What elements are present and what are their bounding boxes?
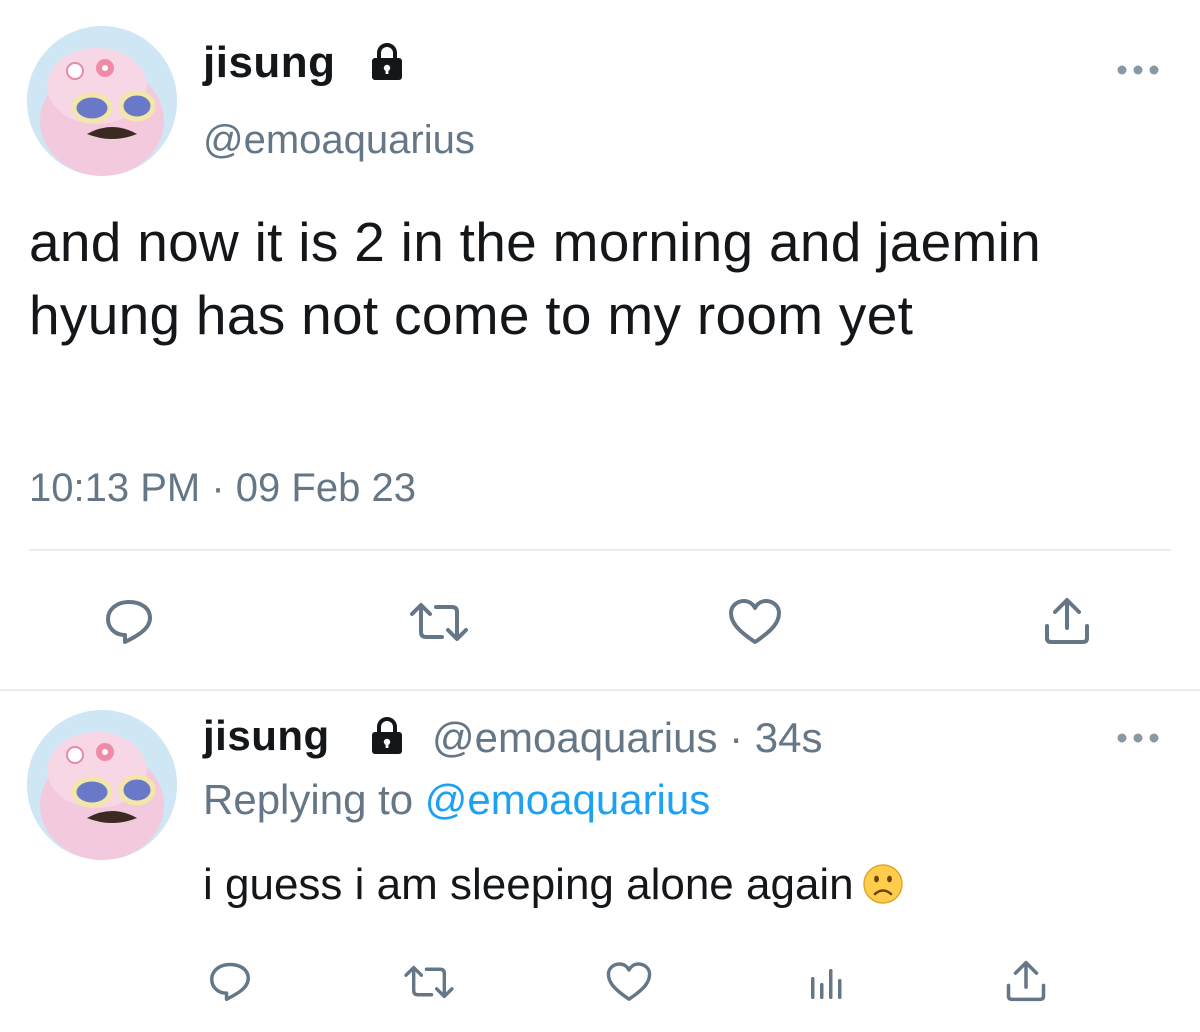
action-bar [0,590,1200,650]
heart-icon[interactable] [727,598,783,646]
reply-header: jisung [203,712,330,760]
heart-icon[interactable] [605,961,653,1003]
tweet-text: and now it is 2 in the morning and jaemi… [29,211,1042,346]
meta-separator: · [729,714,744,761]
avatar-image [27,710,177,860]
tweet-date: 09 Feb 23 [235,466,416,510]
tweet-timestamp[interactable]: 10:13 PM · 09 Feb 23 [29,466,416,511]
retweet-icon[interactable] [402,965,456,999]
user-handle[interactable]: @emoaquarius [432,714,717,761]
meta-separator: · [211,466,225,510]
lock-icon [372,43,402,80]
tweet-text: i guess i am sleeping alone again [203,860,854,909]
divider [29,549,1171,551]
reply-meta: @emoaquarius · 34s [432,714,823,762]
action-bar [0,957,1200,1007]
more-icon[interactable] [1116,732,1160,744]
avatar[interactable] [27,710,177,860]
mention-link[interactable]: @emoaquarius [425,776,710,823]
reply-icon[interactable] [104,598,154,644]
tweet-time: 10:13 PM [29,466,201,510]
retweet-icon[interactable] [408,602,470,642]
avatar[interactable] [27,26,177,176]
more-icon[interactable] [1116,64,1160,76]
main-tweet: jisung @emoaquarius and now it is 2 in t… [0,0,1200,690]
analytics-icon[interactable] [806,963,846,1003]
frowning-face-emoji-icon [862,864,903,904]
lock-icon [372,717,402,754]
share-icon[interactable] [1005,959,1047,1003]
avatar-image [27,26,177,176]
display-name[interactable]: jisung [203,38,336,88]
share-icon[interactable] [1043,596,1091,646]
section-divider [0,689,1200,691]
user-handle[interactable]: @emoaquarius [203,118,475,163]
tweet-age[interactable]: 34s [755,714,823,761]
replying-prefix: Replying to [203,776,414,823]
reply-text-container: i guess i am sleeping alone again [203,860,904,910]
display-name[interactable]: jisung [203,712,330,759]
reply-icon[interactable] [208,961,252,1001]
replying-to: Replying to @emoaquarius [203,776,710,824]
